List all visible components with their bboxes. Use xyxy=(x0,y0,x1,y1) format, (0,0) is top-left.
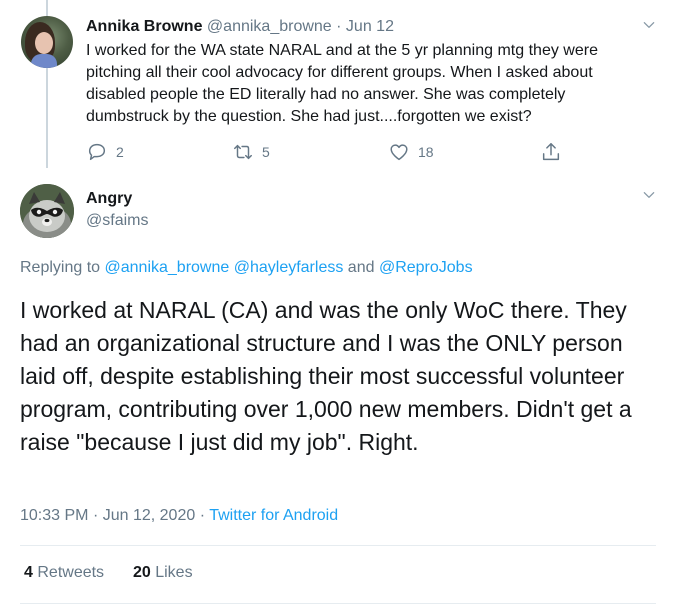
mention-link[interactable]: @ReproJobs xyxy=(379,259,473,276)
author-handle[interactable]: @sfaims xyxy=(86,212,148,230)
tweet-text: I worked at NARAL (CA) and was the only … xyxy=(20,297,632,455)
tweet-date[interactable]: Jun 12 xyxy=(346,18,394,35)
tweet-stats: 4 Retweets 20 Likes xyxy=(24,564,193,582)
share-button[interactable] xyxy=(540,140,562,164)
retweet-button[interactable]: 5 xyxy=(232,140,270,164)
likes-count: 20 xyxy=(132,564,151,581)
author-handle[interactable]: @annika_browne xyxy=(207,18,332,35)
reply-count: 2 xyxy=(116,144,124,160)
reply-button[interactable]: 2 xyxy=(86,140,124,164)
tweet-time[interactable]: 10:33 PM xyxy=(20,507,88,524)
like-count: 18 xyxy=(418,144,434,160)
raccoon-avatar-image xyxy=(20,184,74,238)
retweets-label: Retweets xyxy=(37,564,105,581)
chevron-down-icon[interactable] xyxy=(642,188,656,202)
author-name[interactable]: Angry xyxy=(86,190,132,208)
replying-and: and xyxy=(347,259,375,276)
tweet-date[interactable]: Jun 12, 2020 xyxy=(103,507,196,524)
replying-prefix: Replying to xyxy=(20,259,101,276)
chevron-down-icon[interactable] xyxy=(642,18,656,32)
mention-link[interactable]: @annika_browne xyxy=(105,259,230,276)
tweet-header: Annika Browne @annika_browne · Jun 12 xyxy=(86,18,394,36)
avatar[interactable] xyxy=(21,16,73,68)
header-separator: · xyxy=(336,18,342,35)
like-button[interactable]: 18 xyxy=(388,140,434,164)
divider xyxy=(20,545,656,546)
source-link[interactable]: Twitter for Android xyxy=(209,507,338,524)
retweet-icon xyxy=(234,144,252,160)
likes-label: Likes xyxy=(155,564,193,581)
reply-icon xyxy=(88,143,106,161)
replying-to: Replying to @annika_browne @hayleyfarles… xyxy=(20,259,473,277)
divider xyxy=(20,603,656,604)
mention-link[interactable]: @hayleyfarless xyxy=(234,259,344,276)
tweet-meta: 10:33 PM · Jun 12, 2020 · Twitter for An… xyxy=(20,507,338,525)
heart-icon xyxy=(390,144,408,161)
retweets-count: 4 xyxy=(24,564,33,581)
retweet-count: 5 xyxy=(262,144,270,160)
share-icon xyxy=(542,143,560,161)
meta-separator: · xyxy=(199,507,206,524)
meta-separator: · xyxy=(92,507,99,524)
tweet-actions: 2 5 18 xyxy=(86,140,586,164)
parent-tweet[interactable]: Annika Browne @annika_browne · Jun 12 I … xyxy=(0,0,677,180)
avatar[interactable] xyxy=(20,184,74,238)
retweets-stat[interactable]: 4 Retweets xyxy=(24,564,109,581)
tweet-thread: Annika Browne @annika_browne · Jun 12 I … xyxy=(0,0,677,607)
tweet-text: I worked for the WA state NARAL and at t… xyxy=(86,42,598,125)
likes-stat[interactable]: 20 Likes xyxy=(133,564,193,581)
author-name[interactable]: Annika Browne xyxy=(86,18,202,35)
